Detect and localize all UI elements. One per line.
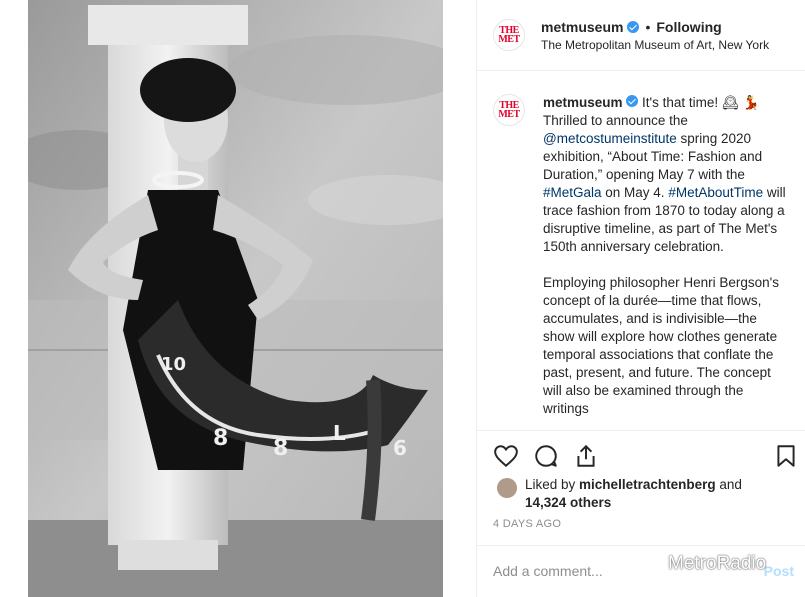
avatar-logo-bottom: MET (498, 109, 520, 120)
caption-avatar[interactable]: THE MET (493, 94, 525, 126)
following-button[interactable]: Following (656, 19, 721, 35)
watermark-text: MetroRadio (668, 553, 767, 574)
likes-text: Liked by michelletrachtenberg and 14,324 … (525, 476, 785, 512)
comment-icon[interactable] (533, 443, 559, 469)
post-photo[interactable]: 8 8 L 6 10 (28, 0, 443, 597)
post-actions: Liked by michelletrachtenberg and 14,324 … (477, 430, 805, 545)
photo-art: 8 8 L 6 10 (28, 0, 443, 597)
caption-intro: It's that time! (638, 95, 722, 110)
likes-count[interactable]: 14,324 others (525, 495, 611, 510)
emoji-text: 🕰 💃 (721, 95, 760, 110)
caption-username[interactable]: metmuseum (543, 95, 623, 110)
svg-text:L: L (333, 421, 346, 445)
wechat-icon (636, 553, 662, 574)
liker-username[interactable]: michelletrachtenberg (579, 477, 716, 492)
svg-text:6: 6 (393, 436, 407, 460)
location-link[interactable]: The Metropolitan Museum of Art, New York (541, 38, 769, 52)
bookmark-icon[interactable] (773, 443, 799, 469)
separator-dot: • (645, 19, 651, 35)
caption-text-part: on May 4. (601, 185, 669, 200)
watermark: MetroRadio (636, 553, 766, 575)
caption-paragraph-2: Employing philosopher Henri Bergson's co… (543, 275, 779, 416)
share-icon[interactable] (573, 443, 599, 469)
mention-link[interactable]: @metcostumeinstitute (543, 131, 677, 146)
post-button[interactable]: Post (764, 563, 794, 579)
username-link[interactable]: metmuseum (541, 19, 623, 35)
verified-badge-icon (627, 21, 640, 33)
caption-text-part: Thrilled to announce the (543, 113, 688, 128)
verified-badge-icon (626, 95, 639, 107)
caption-text: metmuseum It's that time! 🕰 💃 Thrilled to… (543, 94, 786, 430)
post-header: THE MET metmuseum • Following The Metrop… (477, 0, 805, 71)
header-user-row: metmuseum • Following (541, 19, 722, 35)
caption-paragraph-1: metmuseum It's that time! 🕰 💃 Thrilled to… (543, 94, 786, 256)
post-side-panel: THE MET metmuseum • Following The Metrop… (476, 0, 805, 597)
hashtag-link[interactable]: #MetGala (543, 185, 602, 200)
likes-prefix: Liked by (525, 477, 580, 492)
svg-text:10: 10 (161, 354, 186, 375)
svg-text:8: 8 (213, 426, 228, 451)
svg-text:8: 8 (273, 436, 288, 461)
post-timestamp[interactable]: 4 DAYS AGO (493, 518, 561, 530)
avatar-logo-bottom: MET (498, 34, 520, 45)
heart-icon[interactable] (493, 443, 519, 469)
likes-and: and (715, 477, 742, 492)
liker-avatar[interactable] (497, 478, 517, 498)
hashtag-link[interactable]: #MetAboutTime (668, 185, 763, 200)
caption-section: THE MET metmuseum It's that time! 🕰 💃 Thr… (477, 72, 805, 430)
avatar[interactable]: THE MET (493, 19, 525, 51)
